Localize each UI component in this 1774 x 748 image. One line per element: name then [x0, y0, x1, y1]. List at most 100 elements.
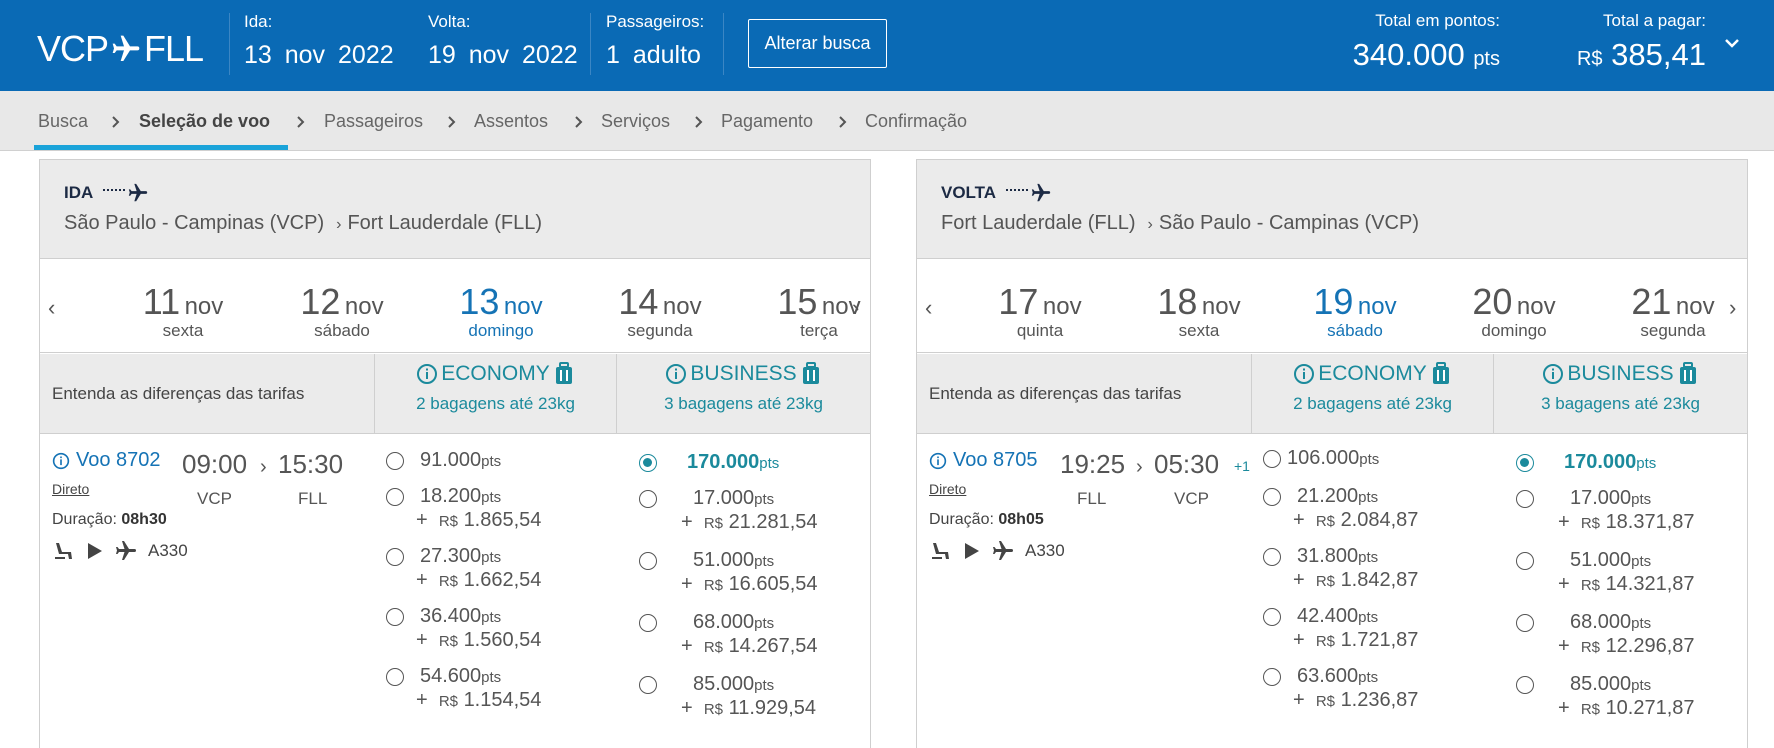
radio-button[interactable]	[386, 488, 404, 506]
play-icon	[88, 543, 102, 559]
total-points-value: 340.000	[1352, 37, 1465, 72]
plane-icon	[112, 35, 140, 61]
date-option[interactable]: 21 nov segunda	[1608, 281, 1738, 341]
radio-button[interactable]	[1516, 614, 1534, 632]
passengers-field: Passageiros: 1 adulto	[606, 12, 704, 70]
radio-button-checked[interactable]	[639, 454, 657, 472]
fare-points: 17.000	[693, 487, 755, 509]
radio-button[interactable]	[639, 490, 657, 508]
radio-button[interactable]	[639, 614, 657, 632]
plane-icon	[116, 541, 136, 560]
passengers-value: 1 adulto	[606, 41, 701, 69]
date-option-selected[interactable]: 13 nov domingo	[436, 281, 566, 341]
breadcrumb-assentos[interactable]: Assentos	[474, 111, 548, 132]
radio-button[interactable]	[1516, 552, 1534, 570]
direto-link[interactable]: Direto	[52, 481, 89, 497]
fare-points: 106.000	[1287, 447, 1360, 469]
fare-points: 68.000	[1570, 611, 1632, 633]
fare-cash: 1.154,54	[463, 689, 542, 711]
radio-button[interactable]	[386, 668, 404, 686]
breadcrumb-confirmacao[interactable]: Confirmação	[865, 111, 967, 132]
currency: R$	[1315, 633, 1335, 650]
total-pay-amount: R$ 385,41	[1560, 37, 1706, 73]
radio-button[interactable]	[386, 452, 404, 470]
radio-button[interactable]	[1263, 548, 1281, 566]
next-dates-icon[interactable]: ›	[852, 295, 859, 321]
date-option[interactable]: 18 nov sexta	[1134, 281, 1264, 341]
direction-label: VOLTA	[941, 182, 1052, 204]
entenda-tarifas-link[interactable]: Entenda as diferenças das tarifas	[52, 384, 304, 404]
breadcrumb-passageiros[interactable]: Passageiros	[324, 111, 423, 132]
date-day: 21	[1631, 281, 1672, 322]
date-selector: ‹ 11 nov sexta 12 nov sábado 13 nov domingo…	[40, 260, 870, 353]
radio-button[interactable]	[639, 552, 657, 570]
date-option[interactable]: 14 nov segunda	[595, 281, 725, 341]
date-option[interactable]: 20 nov domingo	[1449, 281, 1579, 341]
direto-link[interactable]: Direto	[929, 481, 966, 497]
date-option-selected[interactable]: 19 nov sábado	[1290, 281, 1420, 341]
currency: R$	[1315, 513, 1335, 530]
radio-button-checked[interactable]	[1516, 454, 1534, 472]
date-weekday: domingo	[1481, 321, 1547, 340]
arrival-time: 15:30	[278, 449, 344, 479]
to-city: Fort Lauderdale (FLL)	[347, 212, 542, 234]
points-unit: pts	[1358, 609, 1379, 626]
radio-button[interactable]	[639, 676, 657, 694]
breadcrumb: Busca Seleção de voo Passageiros Assento…	[0, 91, 1774, 151]
economy-fare-header[interactable]: ECONOMY 2 bagagens até 23kg	[375, 362, 616, 414]
business-fare-header[interactable]: BUSINESS 3 bagagens até 23kg	[617, 362, 870, 414]
chevron-right-icon	[448, 116, 456, 128]
radio-button[interactable]	[1263, 450, 1281, 468]
plus-sign: +	[1293, 569, 1305, 591]
date-month: nov	[1675, 293, 1715, 320]
date-option[interactable]: 15 nov terça	[754, 281, 884, 341]
fare-cash: 10.271,87	[1605, 697, 1695, 719]
fare-points: 54.600	[420, 665, 482, 687]
duration-label: Duração:	[929, 511, 994, 528]
flight-number[interactable]: Voo 8705	[929, 449, 1038, 472]
points-unit: pts	[754, 677, 775, 694]
fare-cash: 16.605,54	[728, 573, 818, 595]
next-dates-icon[interactable]: ›	[1729, 295, 1736, 321]
breadcrumb-pagamento[interactable]: Pagamento	[721, 111, 813, 132]
breadcrumb-busca[interactable]: Busca	[38, 111, 88, 132]
radio-button[interactable]	[1263, 668, 1281, 686]
radio-button[interactable]	[1516, 490, 1534, 508]
economy-bags: 2 bagagens até 23kg	[1293, 394, 1452, 413]
entenda-tarifas-link[interactable]: Entenda as diferenças das tarifas	[929, 384, 1181, 404]
breadcrumb-selecao-de-voo[interactable]: Seleção de voo	[139, 111, 270, 132]
points-unit: pts	[754, 491, 775, 508]
fare-points: 51.000	[1570, 549, 1632, 571]
date-option[interactable]: 17 nov quinta	[975, 281, 1105, 341]
radio-button[interactable]	[1516, 676, 1534, 694]
arrival-time: 05:30	[1154, 449, 1220, 479]
currency: R$	[438, 693, 458, 710]
prev-dates-icon[interactable]: ‹	[925, 295, 932, 321]
points-unit: pts	[481, 549, 502, 566]
flight-number[interactable]: Voo 8702	[52, 449, 161, 472]
radio-button[interactable]	[1263, 608, 1281, 626]
chevron-down-icon[interactable]	[1723, 34, 1741, 52]
radio-button[interactable]	[386, 608, 404, 626]
plus-sign: +	[681, 697, 693, 719]
date-option[interactable]: 11 nov sexta	[118, 281, 248, 341]
radio-button[interactable]	[1263, 488, 1281, 506]
info-icon	[1294, 364, 1315, 384]
play-icon	[965, 543, 979, 559]
prev-dates-icon[interactable]: ‹	[48, 295, 55, 321]
points-unit: pts	[1358, 669, 1379, 686]
flight-number-text: Voo 8705	[953, 449, 1038, 471]
economy-fare-header[interactable]: ECONOMY 2 bagagens até 23kg	[1252, 362, 1493, 414]
alterar-busca-button[interactable]: Alterar busca	[748, 19, 887, 68]
chevron-right-icon: ›	[1136, 456, 1143, 478]
business-label: BUSINESS	[1567, 362, 1674, 385]
date-option[interactable]: 12 nov sábado	[277, 281, 407, 341]
radio-button[interactable]	[386, 548, 404, 566]
business-fare-header[interactable]: BUSINESS 3 bagagens até 23kg	[1494, 362, 1747, 414]
aircraft-model: A330	[1025, 541, 1065, 560]
breadcrumb-servicos[interactable]: Serviços	[601, 111, 670, 132]
date-weekday: quinta	[1016, 321, 1064, 340]
fare-points: 42.400	[1297, 605, 1359, 627]
points-unit: pts	[1631, 677, 1652, 694]
duration-value: 08h05	[998, 511, 1044, 528]
